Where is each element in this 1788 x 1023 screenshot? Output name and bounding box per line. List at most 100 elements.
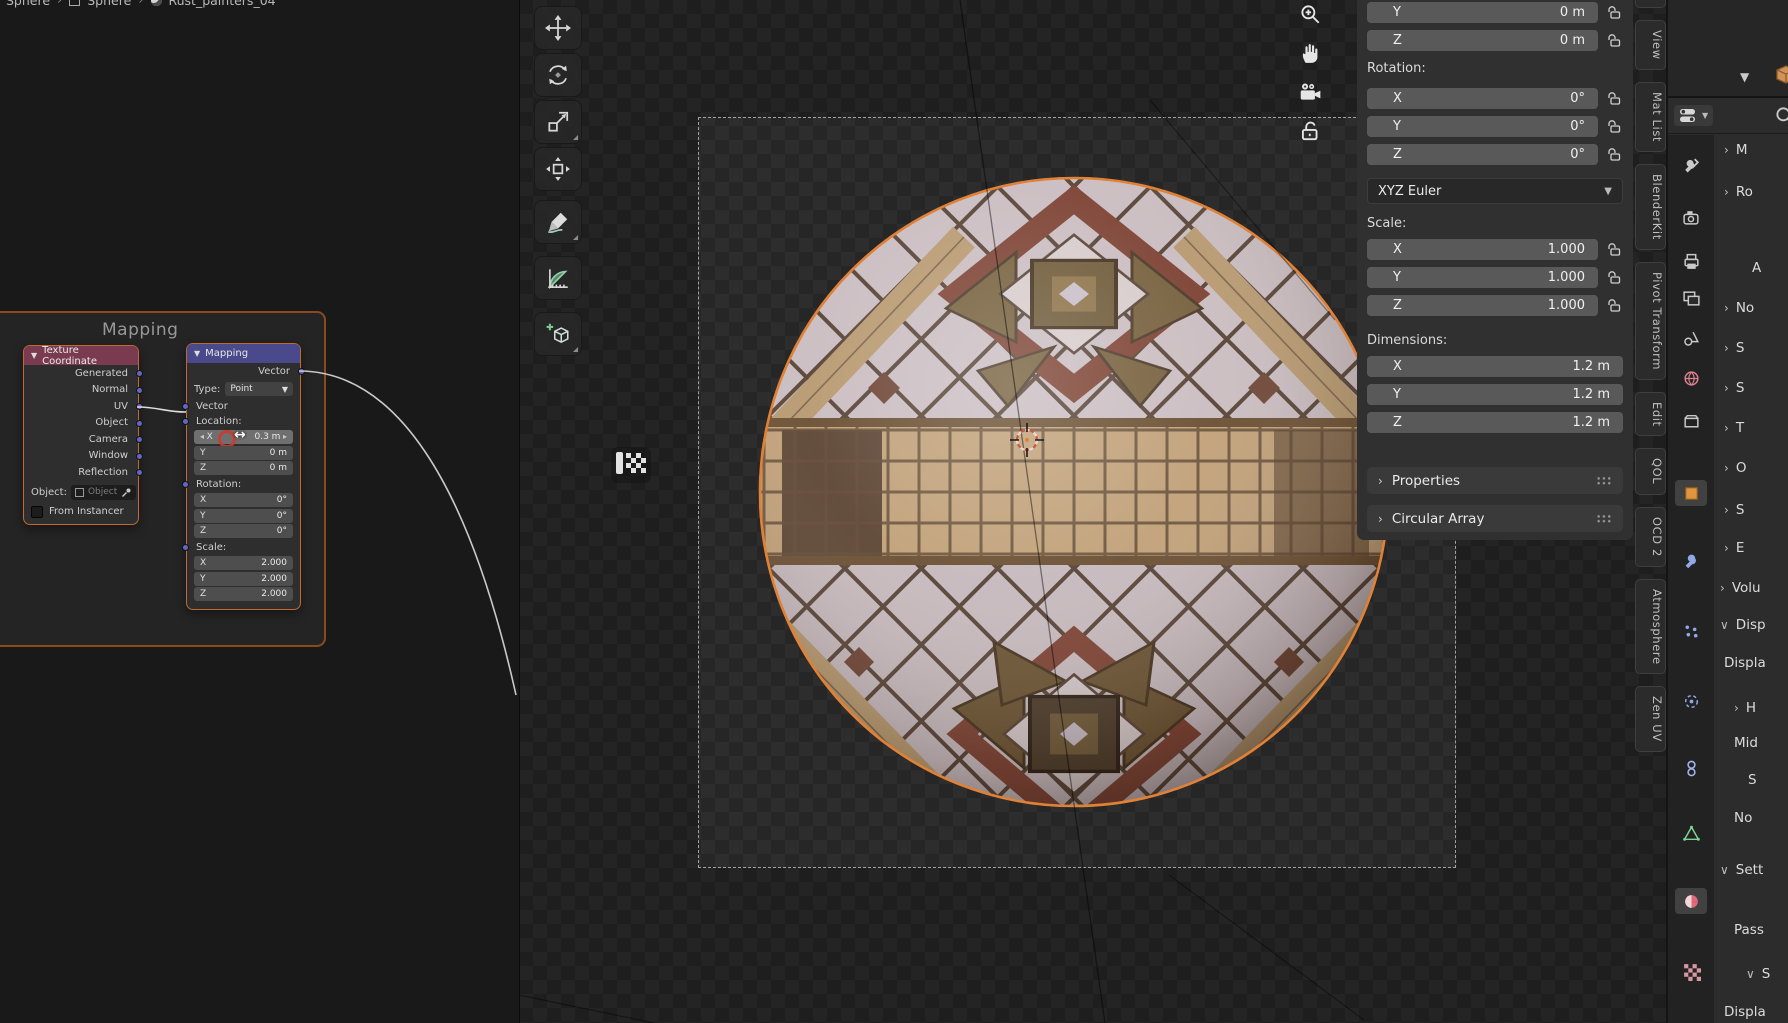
object-data-tab-icon[interactable] xyxy=(1675,820,1707,846)
tab-atmosphere[interactable]: Atmosphere xyxy=(1635,579,1666,675)
location-z-field[interactable]: Z0 m xyxy=(194,461,293,475)
socket-icon[interactable] xyxy=(136,469,143,476)
unlock-icon[interactable] xyxy=(1605,242,1623,257)
search-icon[interactable] xyxy=(1773,104,1788,132)
output-reflection[interactable]: Reflection xyxy=(24,464,138,481)
socket-icon[interactable] xyxy=(136,403,143,410)
chevron-down-icon[interactable]: ▼ xyxy=(1740,70,1749,84)
node-header[interactable]: ▼ Texture Coordinate xyxy=(24,346,138,365)
grip-handle-icon[interactable] xyxy=(1596,514,1612,524)
location-z-field[interactable]: Z0 m xyxy=(1367,30,1598,51)
location-y-field[interactable]: Y0 m xyxy=(194,446,293,460)
unlock-icon[interactable] xyxy=(1605,119,1623,134)
socket-icon[interactable] xyxy=(136,387,143,394)
zoom-icon[interactable] xyxy=(1298,2,1322,26)
socket-icon[interactable] xyxy=(136,453,143,460)
dimensions-y-field[interactable]: Y1.2 m xyxy=(1367,384,1623,405)
move-tool-button[interactable] xyxy=(534,6,582,50)
panel-label[interactable]: ∨Sett xyxy=(1720,862,1763,878)
object-tab-icon[interactable] xyxy=(1675,480,1707,506)
lock-icon[interactable] xyxy=(1298,119,1322,143)
scene-tab-icon[interactable] xyxy=(1675,325,1707,351)
scale-x-field[interactable]: X2.000 xyxy=(194,556,293,570)
tab-view[interactable]: View xyxy=(1635,20,1666,70)
sphere-object[interactable] xyxy=(744,162,1404,822)
rotation-z-field[interactable]: Z0° xyxy=(194,524,293,538)
texture-tab-icon[interactable] xyxy=(1675,958,1707,984)
scale-z-field[interactable]: Z2.000 xyxy=(194,587,293,601)
panel-label[interactable]: ›S xyxy=(1724,502,1744,518)
add-cube-tool-button[interactable] xyxy=(534,312,582,356)
collection-tab-icon[interactable] xyxy=(1675,408,1707,434)
rotation-y-field[interactable]: Y0° xyxy=(1367,116,1598,137)
unlock-icon[interactable] xyxy=(1605,91,1623,106)
socket-icon[interactable] xyxy=(182,418,189,425)
physics-tab-icon[interactable] xyxy=(1675,688,1707,714)
panel-label[interactable]: ›T xyxy=(1724,420,1744,436)
type-dropdown[interactable]: Point ▼ xyxy=(225,382,293,396)
socket-icon[interactable] xyxy=(136,436,143,443)
texture-coordinate-node[interactable]: ▼ Texture Coordinate Generated Normal UV… xyxy=(23,345,139,525)
object-picker-field[interactable]: Object xyxy=(71,485,136,500)
panel-label[interactable]: ›O xyxy=(1724,460,1746,476)
output-object[interactable]: Object xyxy=(24,415,138,432)
tab-mat-list[interactable]: Mat List xyxy=(1635,82,1666,152)
pan-hand-icon[interactable] xyxy=(1298,41,1322,65)
socket-icon[interactable] xyxy=(182,481,189,488)
view-layer-tab-icon[interactable] xyxy=(1675,285,1707,311)
camera-view-icon[interactable] xyxy=(1298,80,1322,104)
unlock-icon[interactable] xyxy=(1605,298,1623,313)
tab-qol[interactable]: QOL xyxy=(1635,448,1666,494)
rotation-x-field[interactable]: X0° xyxy=(194,493,293,507)
rotation-y-field[interactable]: Y0° xyxy=(194,509,293,523)
mapping-node[interactable]: ▼ Mapping Vector Type: Point ▼ Vector Lo… xyxy=(186,343,301,610)
panel-label[interactable]: ›No xyxy=(1724,300,1754,316)
output-tab-icon[interactable] xyxy=(1675,248,1707,274)
output-camera[interactable]: Camera xyxy=(24,431,138,448)
dimensions-x-field[interactable]: X1.2 m xyxy=(1367,356,1623,377)
chevron-down-icon[interactable]: ▼ xyxy=(194,349,200,358)
panel-label[interactable]: ›S xyxy=(1724,340,1744,356)
scale-y-field[interactable]: Y1.000 xyxy=(1367,267,1598,288)
panel-label[interactable]: ›Ro xyxy=(1724,184,1753,200)
tab-zen-uv[interactable]: Zen UV xyxy=(1635,686,1666,752)
panel-label[interactable]: ∨S xyxy=(1746,966,1770,982)
socket-icon[interactable] xyxy=(136,370,143,377)
output-vector[interactable]: Vector xyxy=(187,363,300,380)
tool-tab-icon[interactable] xyxy=(1675,152,1707,178)
shader-node-editor[interactable]: Sphere › Sphere › Rust_painters_04 Mappi… xyxy=(0,0,520,1023)
panel-label[interactable]: ›E xyxy=(1724,540,1744,556)
socket-icon[interactable] xyxy=(182,403,189,410)
panel-label[interactable]: ›S xyxy=(1724,380,1744,396)
location-x-field[interactable]: ◂ X 0.3 m ▸ ↔ xyxy=(194,430,293,444)
scale-x-field[interactable]: X1.000 xyxy=(1367,239,1598,260)
editor-type-selector[interactable]: ▼ xyxy=(1674,105,1713,126)
modifiers-tab-icon[interactable] xyxy=(1675,548,1707,574)
rotation-x-field[interactable]: X0° xyxy=(1367,88,1598,109)
panel-label[interactable]: ›Volu xyxy=(1720,580,1761,596)
measure-tool-button[interactable] xyxy=(534,256,582,300)
socket-icon[interactable] xyxy=(182,544,189,551)
panel-label[interactable]: ›M xyxy=(1724,142,1747,158)
scale-tool-button[interactable] xyxy=(534,100,582,144)
output-normal[interactable]: Normal xyxy=(24,382,138,399)
rotate-tool-button[interactable] xyxy=(534,53,582,97)
eyedropper-icon[interactable] xyxy=(121,487,132,498)
constraints-tab-icon[interactable] xyxy=(1675,755,1707,781)
rotation-z-field[interactable]: Z0° xyxy=(1367,144,1598,165)
output-window[interactable]: Window xyxy=(24,448,138,465)
from-instancer-checkbox[interactable] xyxy=(31,506,43,518)
input-vector[interactable]: Vector xyxy=(187,399,300,414)
particles-tab-icon[interactable] xyxy=(1675,618,1707,644)
tab-blenderkit[interactable]: BlenderKit xyxy=(1635,164,1666,250)
scale-y-field[interactable]: Y2.000 xyxy=(194,572,293,586)
increment-arrow-icon[interactable]: ▸ xyxy=(280,432,287,441)
unlock-icon[interactable] xyxy=(1605,147,1623,162)
socket-icon[interactable] xyxy=(298,368,305,375)
circular-array-panel-header[interactable]: › Circular Array xyxy=(1367,505,1623,532)
grip-handle-icon[interactable] xyxy=(1596,476,1612,486)
socket-icon[interactable] xyxy=(136,420,143,427)
tab-edit[interactable]: Edit xyxy=(1635,392,1666,437)
node-header[interactable]: ▼ Mapping xyxy=(187,344,300,363)
transform-tool-button[interactable] xyxy=(534,147,582,191)
